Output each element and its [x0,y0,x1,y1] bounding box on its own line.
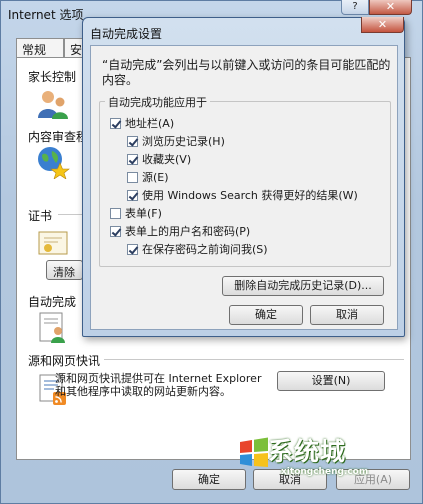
dialog-title: 自动完成设置 [90,27,163,41]
checkbox-label: 源(E) [142,171,169,184]
checkbox-label: 在保存密码之前询问我(S) [142,243,268,256]
watermark-brand: 系统城 [268,437,347,466]
parental-controls-heading: 家长控制 [28,70,77,84]
checkbox-label: 表单上的用户名和密码(P) [125,225,251,238]
globe-star-icon [38,147,70,179]
autocomplete-heading: 自动完成 [28,295,77,309]
checkbox-label: 收藏夹(V) [142,153,192,166]
checkbox-checked-icon[interactable] [127,189,138,201]
window-title: Internet 选项 [8,8,84,22]
content-advisor-heading: 内容审查程 [28,130,89,144]
parental-controls-icon [38,91,68,119]
checkbox-checked-icon[interactable] [127,243,138,255]
certificates-heading: 证书 [28,209,53,223]
divider [104,359,404,360]
help-button[interactable]: ? [341,0,369,15]
checkbox-unchecked-icon[interactable] [127,171,138,183]
feeds-heading: 源和网页快讯 [28,354,101,368]
dialog-description: “自动完成”会列出与以前键入或访问的条目可能匹配的内容。 [102,58,391,87]
autocomplete-icon [39,312,65,343]
dialog-cancel-button[interactable]: 取消 [310,305,384,325]
forms-checkbox[interactable]: 表单(F) [110,205,162,221]
windows-search-checkbox[interactable]: 使用 Windows Search 获得更好的结果(W) [127,187,358,203]
browsing-history-checkbox[interactable]: 浏览历史记录(H) [127,133,225,149]
checkbox-checked-icon[interactable] [127,135,138,147]
checkbox-label: 表单(F) [125,207,162,220]
clear-ssl-button[interactable]: 清除 [46,260,83,280]
apply-to-group-label: 自动完成功能应用于 [105,94,210,110]
checkbox-label: 地址栏(A) [125,117,175,130]
dialog-close-button[interactable]: ✕ [361,17,404,33]
checkbox-unchecked-icon[interactable] [110,207,121,219]
ask-before-saving-checkbox[interactable]: 在保存密码之前询问我(S) [127,241,268,257]
checkbox-checked-icon[interactable] [127,153,138,165]
feeds-settings-button[interactable]: 设置(N) [277,371,385,391]
checkbox-label: 使用 Windows Search 获得更好的结果(W) [142,189,358,202]
dialog-ok-button[interactable]: 确定 [229,305,303,325]
usernames-passwords-checkbox[interactable]: 表单上的用户名和密码(P) [110,223,250,239]
address-bar-checkbox[interactable]: 地址栏(A) [110,115,174,131]
certificate-icon [38,231,68,255]
window-close-button[interactable]: ✕ [369,0,412,15]
feeds-checkbox[interactable]: 源(E) [127,169,169,185]
tab-general[interactable]: 常规 [16,38,64,58]
checkbox-checked-icon[interactable] [110,117,121,129]
watermark-url: xitongcheng.com [281,467,369,477]
delete-autocomplete-history-button[interactable]: 删除自动完成历史记录(D)... [222,276,384,296]
feeds-description: 源和网页快讯提供可在 Internet Explorer 和其他程序中读取的网站… [55,372,262,398]
checkbox-checked-icon[interactable] [110,225,121,237]
checkbox-label: 浏览历史记录(H) [142,135,225,148]
favorites-checkbox[interactable]: 收藏夹(V) [127,151,191,167]
